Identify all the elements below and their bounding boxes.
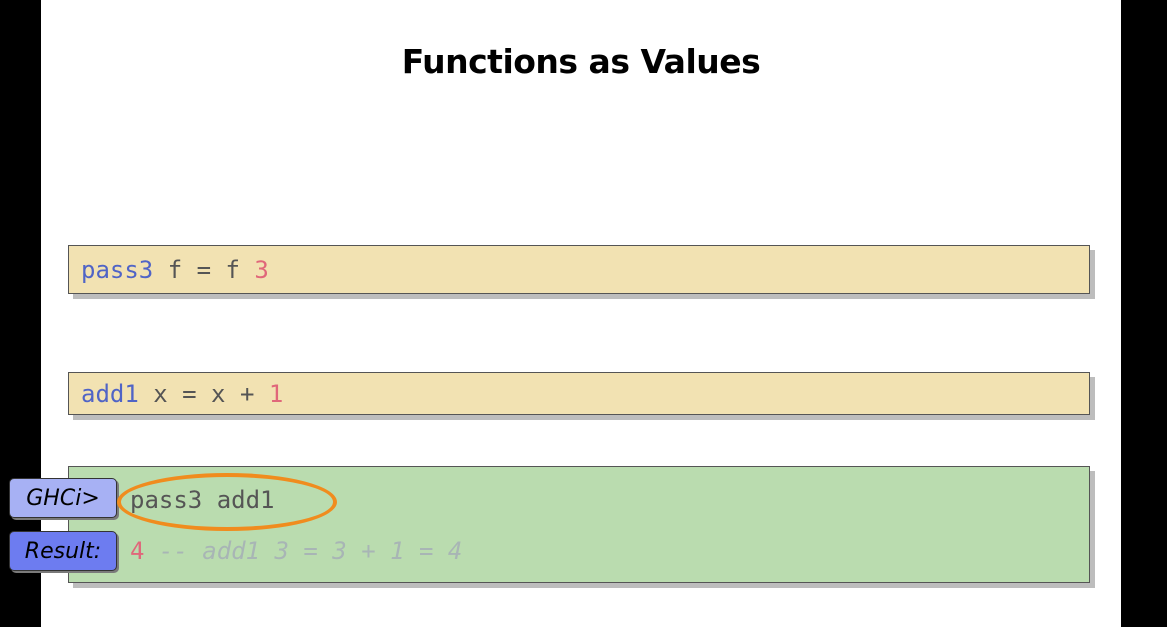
function-name: pass3 [81, 255, 154, 284]
number-literal: 3 [254, 255, 269, 284]
number-literal: 1 [268, 379, 284, 408]
result-comment: -- add1 3 = 3 + 1 = 4 [144, 537, 463, 565]
code-text: f = f [153, 255, 255, 284]
result-tag: Result: [9, 531, 117, 571]
slide: Functions as Values pass3 f = f 3 add1 x… [41, 0, 1121, 627]
slide-title: Functions as Values [401, 42, 761, 81]
code-block-pass3: pass3 f = f 3 [68, 245, 1090, 294]
result-value: 4 [130, 537, 145, 565]
ghci-prompt-tag: GHCi> [9, 478, 117, 518]
function-name: add1 [81, 379, 139, 408]
code-text: x = x + [138, 379, 269, 408]
highlight-ellipse [117, 473, 337, 531]
ghci-result-line: 4 -- add1 3 = 3 + 1 = 4 [130, 537, 462, 565]
code-block-add1: add1 x = x + 1 [68, 372, 1090, 415]
